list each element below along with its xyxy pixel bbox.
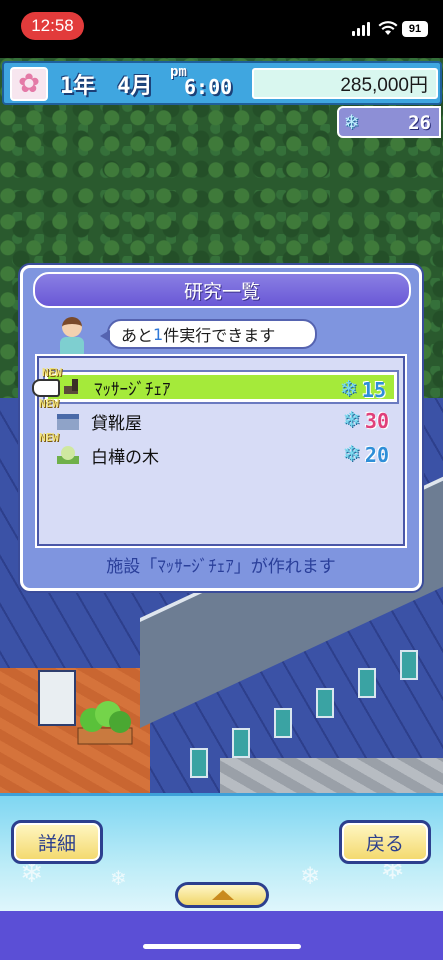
new-badge: NEW [42, 366, 62, 379]
bottom-bar [0, 911, 443, 960]
hand-pointer-icon [32, 379, 60, 397]
research-item-birch-tree[interactable]: NEW 白樺の木 ❄ 20 [39, 431, 397, 470]
month-label: 4月 [117, 74, 153, 99]
building-window [274, 708, 292, 738]
vending-machine[interactable] [38, 670, 76, 726]
research-list: NEW ﾏｯｻｰｼﾞﾁｪｱ ❄ 15 NEW 貸靴屋 ❄ 30 NEW 白樺の木… [32, 354, 407, 548]
cellular-signal-icon [352, 22, 372, 36]
snowflake-icon: ❄ [345, 110, 359, 135]
bottom-panel: ❄ ❄ ❄ ❄ 詳細 戻る [0, 793, 443, 911]
building-window [232, 728, 250, 758]
dialog-footer-message: 施設「ﾏｯｻｰｼﾞﾁｪｱ」が作れます [106, 557, 336, 577]
snowflake-icon: ❄ [342, 442, 361, 467]
game-clock: 6:00 [184, 75, 233, 99]
planter-bush[interactable] [74, 698, 136, 748]
research-item-shoe-rental[interactable]: NEW 貸靴屋 ❄ 30 [39, 397, 397, 436]
item-cost: ❄ 20 [342, 442, 389, 467]
item-cost-value: 20 [364, 442, 389, 467]
massage-chair-icon [64, 379, 78, 394]
new-badge: NEW [39, 431, 59, 444]
speech-suffix: 件実行できます [163, 326, 276, 345]
home-indicator[interactable] [143, 944, 301, 949]
building-window [400, 650, 418, 680]
detail-button[interactable]: 詳細 [11, 820, 103, 864]
research-item-massage-chair[interactable]: NEW ﾏｯｻｰｼﾞﾁｪｱ ❄ 15 [32, 366, 397, 402]
year-label: 1年 [60, 74, 96, 99]
birch-tree-icon [57, 446, 79, 464]
item-cost-value: 30 [364, 408, 389, 433]
snowflake-decoration-icon: ❄ [110, 866, 127, 890]
speech-prefix: あと [121, 326, 154, 345]
assistant-avatar [57, 315, 87, 357]
snowflake-decoration-icon: ❄ [300, 862, 321, 890]
building-window [358, 668, 376, 698]
money-display: 285,000円 [252, 68, 438, 99]
dialog-title: 研究一覧 [33, 272, 411, 308]
wifi-icon [378, 21, 398, 35]
top-hud: ✿ 1年 4月 pm 6:00 285,000円 [2, 61, 442, 105]
game-date: 1年 4月 [60, 69, 153, 99]
snowflake-icon: ❄ [339, 377, 358, 402]
item-cost-value: 15 [361, 377, 386, 402]
speech-bubble: あと 1 件実行できます [100, 319, 317, 349]
research-points-display: ❄ 26 [337, 106, 441, 138]
shoe-rental-shop-icon [57, 414, 79, 430]
sakura-season-icon[interactable]: ✿ [10, 67, 48, 101]
back-button[interactable]: 戻る [339, 820, 431, 864]
status-bar: 12:58 91 [0, 0, 443, 58]
item-cost: ❄ 15 [339, 377, 386, 402]
sidewalk [220, 758, 443, 793]
new-badge: NEW [39, 397, 59, 410]
speech-count: 1 [153, 324, 164, 344]
research-points-value: 26 [408, 112, 431, 134]
building-window [190, 748, 208, 778]
research-list-dialog: 研究一覧 あと 1 件実行できます NEW ﾏｯｻｰｼﾞﾁｪｱ ❄ 15 NEW 貸… [20, 265, 422, 591]
battery-indicator: 91 [402, 21, 428, 37]
expand-up-button[interactable] [175, 882, 269, 908]
item-cost: ❄ 30 [342, 408, 389, 433]
status-time: 12:58 [21, 12, 84, 40]
snowflake-icon: ❄ [342, 408, 361, 433]
building-window [316, 688, 334, 718]
